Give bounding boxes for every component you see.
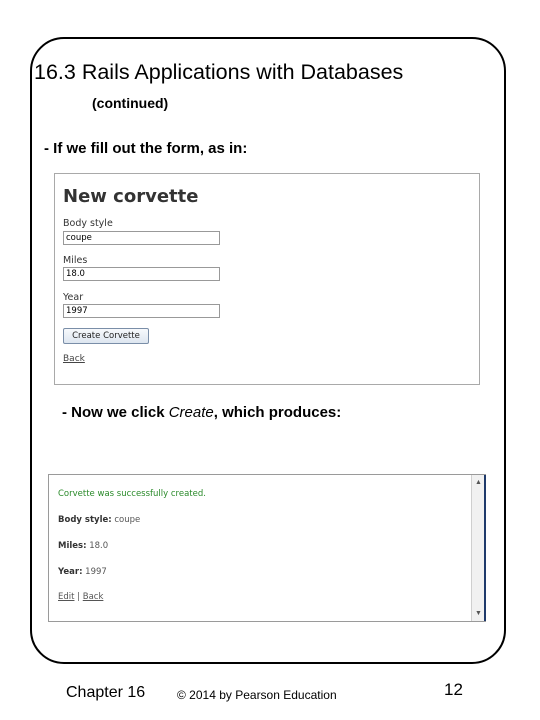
result-body-style-value: coupe <box>114 515 141 525</box>
year-input[interactable]: 1997 <box>63 304 220 318</box>
body-style-label: Body style <box>63 218 113 229</box>
back-link[interactable]: Back <box>63 354 85 364</box>
year-label: Year <box>63 292 84 303</box>
miles-label: Miles <box>63 255 88 266</box>
create-corvette-button[interactable]: Create Corvette <box>63 328 149 344</box>
result-year-label: Year: <box>58 567 83 577</box>
bullet2-prefix: - Now we click <box>62 404 169 421</box>
scroll-up-icon[interactable]: ▲ <box>473 477 484 488</box>
result-links: Edit | Back <box>58 592 103 602</box>
back-link-result[interactable]: Back <box>83 592 104 602</box>
footer-chapter: Chapter 16 <box>66 684 146 701</box>
vertical-scrollbar[interactable]: ▲ ▼ <box>471 475 485 621</box>
result-year: Year: 1997 <box>58 567 107 577</box>
miles-input[interactable]: 18.0 <box>63 267 220 281</box>
edit-link[interactable]: Edit <box>58 592 74 602</box>
slide-subtitle: (continued) <box>92 95 169 111</box>
form-heading: New corvette <box>63 186 199 207</box>
result-miles: Miles: 18.0 <box>58 541 108 551</box>
result-body-style-label: Body style: <box>58 515 112 525</box>
footer-copyright: © 2014 by Pearson Education <box>177 688 337 702</box>
link-separator: | <box>77 592 81 602</box>
slide-title: 16.3 Rails Applications with Databases <box>34 60 404 84</box>
result-miles-value: 18.0 <box>89 541 109 551</box>
result-miles-label: Miles: <box>58 541 87 551</box>
window-edge <box>484 475 486 621</box>
bullet-fill-form: - If we fill out the form, as in: <box>44 140 248 157</box>
bullet2-emphasis: Create <box>168 404 214 421</box>
bullet2-suffix: , which produces: <box>213 404 342 421</box>
body-style-input[interactable]: coupe <box>63 231 220 245</box>
form-screenshot: New corvette Body style coupe Miles 18.0… <box>54 173 480 385</box>
success-notice: Corvette was successfully created. <box>58 489 206 499</box>
result-body-style: Body style: coupe <box>58 515 140 525</box>
result-year-value: 1997 <box>85 567 107 577</box>
result-screenshot: Corvette was successfully created. Body … <box>48 474 486 622</box>
scroll-down-icon[interactable]: ▼ <box>473 608 484 619</box>
result-content: Corvette was successfully created. Body … <box>49 475 471 621</box>
bullet-click-create: - Now we click Create, which produces: <box>62 404 341 421</box>
page-number: 12 <box>444 680 463 699</box>
